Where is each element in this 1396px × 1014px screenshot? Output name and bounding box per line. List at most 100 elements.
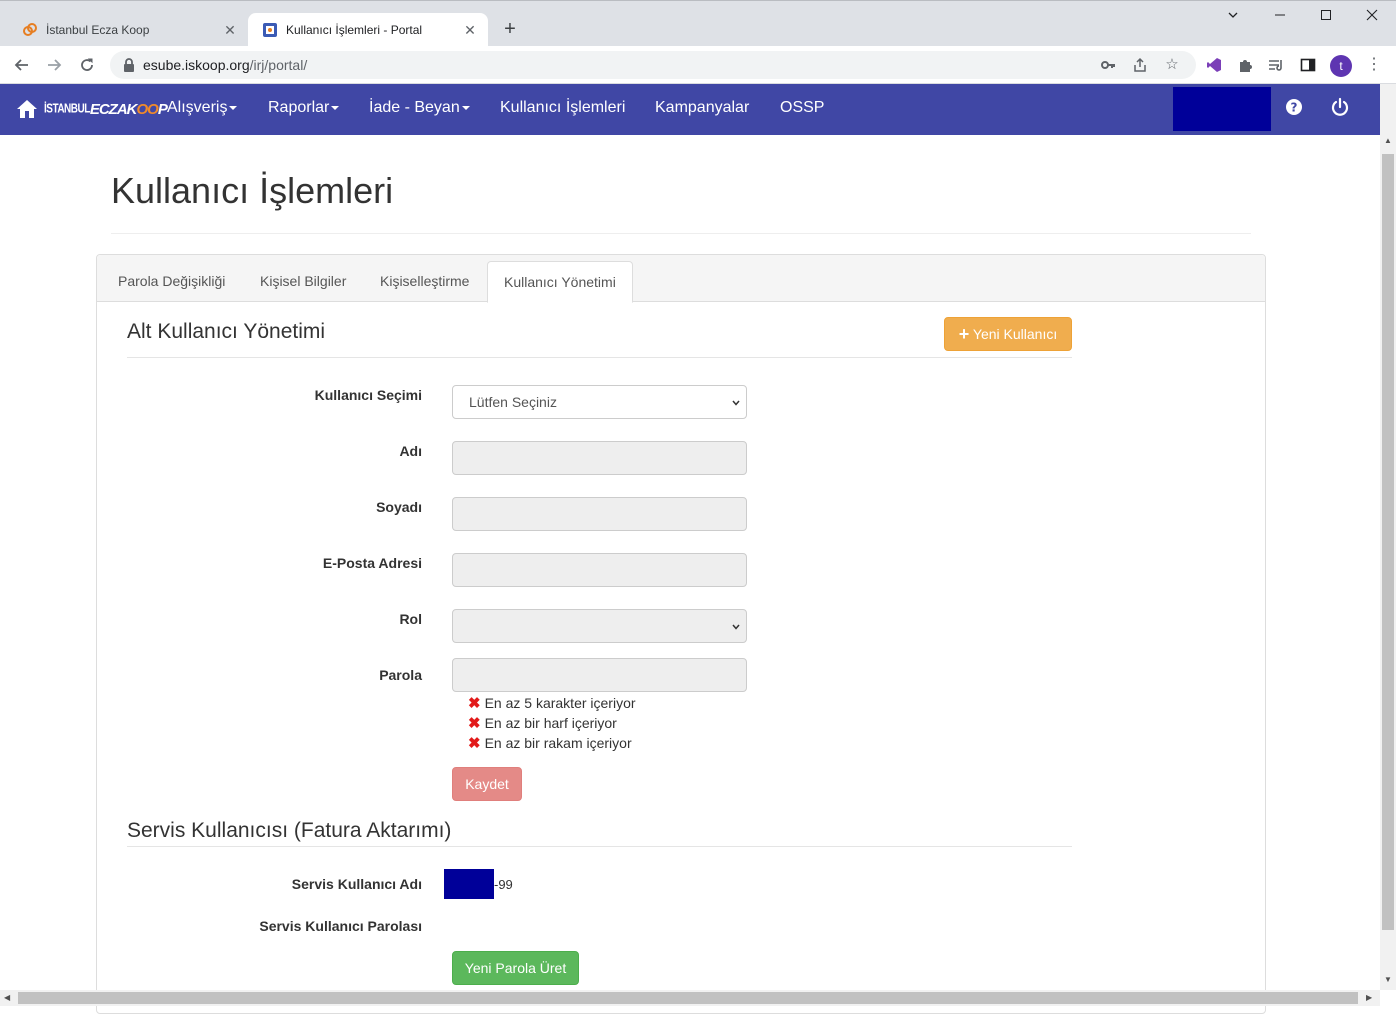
caret-down-icon bbox=[461, 105, 470, 110]
reading-list-icon[interactable] bbox=[1262, 51, 1290, 79]
tab-kullanici-yonetimi[interactable]: Kullanıcı Yönetimi bbox=[487, 261, 633, 303]
scroll-right-arrow-icon[interactable]: ▶ bbox=[1366, 993, 1372, 1002]
chevron-down-icon bbox=[732, 624, 740, 630]
password-rule: ✖ En az 5 karakter içeriyor bbox=[468, 694, 636, 712]
extensions-puzzle-icon[interactable] bbox=[1231, 51, 1259, 79]
more-menu-icon[interactable]: ⋮ bbox=[1360, 51, 1388, 79]
url-text: esube.iskoop.org/irj/portal/ bbox=[143, 51, 307, 79]
nav-raporlar[interactable]: Raporlar bbox=[268, 84, 340, 135]
tab-kisisellestirme[interactable]: Kişiselleştirme bbox=[364, 261, 485, 302]
brand-text-eczak: ECZAK bbox=[89, 100, 138, 118]
x-mark-icon: ✖ bbox=[468, 735, 481, 752]
url-path: /irj/portal/ bbox=[249, 57, 308, 73]
user-select[interactable]: Lütfen Seçiniz bbox=[452, 385, 747, 419]
nav-kullanici-islemleri[interactable]: Kullanıcı İşlemleri bbox=[500, 84, 625, 135]
side-panel-icon[interactable] bbox=[1294, 51, 1322, 79]
section-title-service-user: Servis Kullanıcısı (Fatura Aktarımı) bbox=[127, 819, 452, 842]
site-navbar: İSTANBUL ECZAK OO P Alışveriş Raporlar İ… bbox=[0, 84, 1380, 135]
password-rule-text: En az 5 karakter içeriyor bbox=[484, 695, 636, 711]
scroll-left-arrow-icon[interactable]: ◀ bbox=[4, 993, 10, 1002]
browser-tab-title: Kullanıcı İşlemleri - Portal bbox=[286, 23, 423, 37]
user-info-redacted[interactable] bbox=[1173, 87, 1271, 131]
visual-studio-extension-icon[interactable] bbox=[1200, 51, 1228, 79]
password-rule-text: En az bir rakam içeriyor bbox=[484, 735, 632, 751]
browser-tab-ecza-koop[interactable]: İstanbul Ecza Koop ✕ bbox=[8, 13, 249, 47]
close-icon[interactable]: ✕ bbox=[462, 22, 478, 39]
password-input[interactable] bbox=[452, 658, 747, 692]
help-icon[interactable]: ? bbox=[1283, 96, 1305, 118]
x-mark-icon: ✖ bbox=[468, 715, 481, 732]
link-icon bbox=[22, 22, 38, 38]
password-label: Parola bbox=[379, 667, 422, 683]
caret-down-icon bbox=[331, 105, 340, 110]
plus-icon: + bbox=[958, 324, 970, 344]
power-logout-icon[interactable] bbox=[1329, 96, 1351, 118]
browser-toolbar: esube.iskoop.org/irj/portal/ ☆ t ⋮ bbox=[0, 46, 1396, 84]
section-divider bbox=[127, 846, 1072, 847]
last-name-input[interactable] bbox=[452, 497, 747, 531]
forward-arrow-icon[interactable] bbox=[40, 51, 68, 79]
title-divider bbox=[111, 233, 1251, 234]
nav-ossp[interactable]: OSSP bbox=[780, 84, 824, 135]
url-host: esube.iskoop.org bbox=[143, 57, 250, 73]
email-input[interactable] bbox=[452, 553, 747, 587]
maximize-icon[interactable] bbox=[1303, 1, 1349, 31]
nav-label: İade - Beyan bbox=[369, 99, 460, 116]
horizontal-scroll-thumb[interactable] bbox=[18, 992, 1358, 1004]
nav-label: Kullanıcı İşlemleri bbox=[500, 99, 626, 116]
vertical-scroll-thumb[interactable] bbox=[1382, 154, 1394, 930]
service-username-redacted bbox=[444, 869, 494, 899]
bookmark-star-icon[interactable]: ☆ bbox=[1158, 51, 1186, 79]
home-icon bbox=[17, 100, 37, 118]
browser-tab-portal[interactable]: Kullanıcı İşlemleri - Portal ✕ bbox=[248, 13, 488, 47]
nav-label: Kampanyalar bbox=[655, 99, 750, 116]
share-icon[interactable] bbox=[1126, 51, 1154, 79]
password-rule-text: En az bir harf içeriyor bbox=[484, 715, 617, 731]
key-icon[interactable] bbox=[1094, 51, 1122, 79]
panel-tab-bar: Parola Değişikliği Kişisel Bilgiler Kişi… bbox=[97, 255, 1265, 303]
last-name-label: Soyadı bbox=[376, 499, 422, 515]
minimize-icon[interactable] bbox=[1257, 1, 1303, 31]
new-user-button[interactable]: + Yeni Kullanıcı bbox=[944, 317, 1072, 351]
save-button[interactable]: Kaydet bbox=[452, 767, 522, 801]
lock-icon bbox=[122, 57, 136, 73]
nav-label: Alışveriş bbox=[167, 99, 228, 116]
vertical-scrollbar[interactable]: ▲ ▼ bbox=[1380, 84, 1396, 990]
new-user-button-label: Yeni Kullanıcı bbox=[972, 326, 1058, 342]
service-username-suffix: -99 bbox=[494, 877, 513, 892]
browser-tab-title: İstanbul Ecza Koop bbox=[46, 23, 150, 37]
browser-tab-strip: İstanbul Ecza Koop ✕ Kullanıcı İşlemleri… bbox=[0, 0, 1396, 47]
nav-alisveris[interactable]: Alışveriş bbox=[167, 84, 238, 135]
password-rule: ✖ En az bir harf içeriyor bbox=[468, 714, 617, 732]
close-icon[interactable]: ✕ bbox=[222, 22, 238, 39]
service-username-label: Servis Kullanıcı Adı bbox=[291, 876, 422, 892]
tab-kisisel-bilgiler[interactable]: Kişisel Bilgiler bbox=[244, 261, 362, 302]
scroll-up-arrow-icon[interactable]: ▲ bbox=[1384, 136, 1392, 145]
window-close-icon[interactable] bbox=[1349, 1, 1395, 31]
role-select[interactable] bbox=[452, 609, 747, 643]
scroll-down-arrow-icon[interactable]: ▼ bbox=[1384, 975, 1392, 984]
generate-password-button[interactable]: Yeni Parola Üret bbox=[452, 951, 579, 985]
section-divider bbox=[127, 357, 1072, 358]
user-select-value: Lütfen Seçiniz bbox=[469, 394, 557, 410]
reload-icon[interactable] bbox=[73, 51, 101, 79]
profile-avatar[interactable]: t bbox=[1330, 55, 1352, 77]
svg-text:?: ? bbox=[1291, 101, 1298, 115]
nav-kampanyalar[interactable]: Kampanyalar bbox=[655, 84, 749, 135]
brand-text-istanbul: İSTANBUL bbox=[44, 101, 90, 117]
new-tab-plus-icon[interactable]: + bbox=[498, 17, 522, 41]
back-arrow-icon[interactable] bbox=[8, 51, 36, 79]
email-label: E-Posta Adresi bbox=[322, 555, 422, 571]
chevron-down-icon[interactable] bbox=[1210, 1, 1256, 31]
portal-favicon-icon bbox=[262, 22, 278, 38]
horizontal-scrollbar[interactable]: ◀ ▶ bbox=[0, 990, 1380, 1006]
nav-label: Raporlar bbox=[268, 99, 330, 116]
first-name-input[interactable] bbox=[452, 441, 747, 475]
brand-logo[interactable]: İSTANBUL ECZAK OO P bbox=[16, 97, 168, 121]
tab-parola-degisikligi[interactable]: Parola Değişikliği bbox=[102, 261, 241, 302]
user-select-label: Kullanıcı Seçimi bbox=[314, 387, 422, 403]
address-bar[interactable]: esube.iskoop.org/irj/portal/ ☆ bbox=[110, 51, 1196, 79]
nav-iade-beyan[interactable]: İade - Beyan bbox=[369, 84, 470, 135]
section-title-sub-users: Alt Kullanıcı Yönetimi bbox=[127, 320, 326, 343]
brand-text-oo: OO bbox=[136, 100, 158, 118]
